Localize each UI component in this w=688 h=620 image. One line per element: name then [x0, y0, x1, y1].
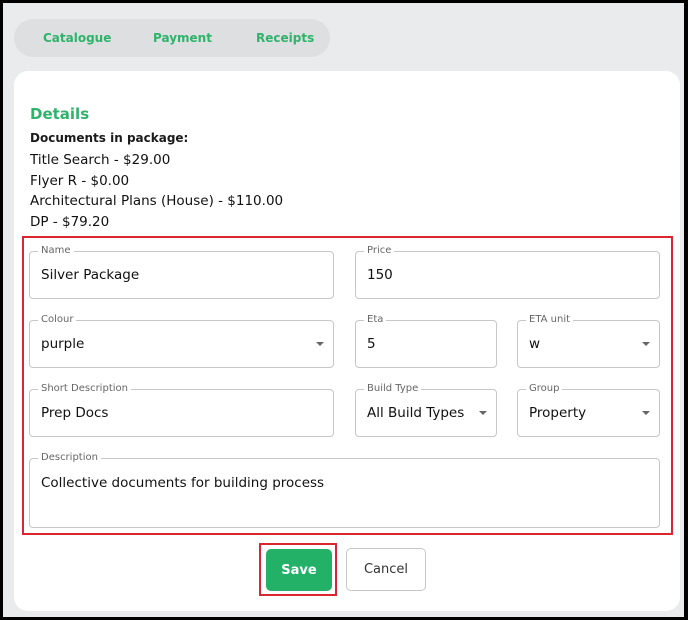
group-select[interactable]: Group Property	[517, 383, 660, 437]
cancel-button[interactable]: Cancel	[346, 548, 426, 591]
chevron-down-icon	[479, 411, 487, 415]
eta-unit-value: w	[529, 336, 541, 352]
eta-field[interactable]: Eta 5	[355, 314, 497, 368]
name-field[interactable]: Name Silver Package	[29, 245, 334, 299]
chevron-down-icon	[316, 342, 324, 346]
app-frame: Catalogue Payment Receipts Details Docum…	[3, 3, 684, 617]
colour-select[interactable]: Colour purple	[29, 314, 334, 368]
group-value: Property	[529, 405, 587, 421]
eta-unit-select[interactable]: ETA unit w	[517, 314, 660, 368]
tab-bar: Catalogue Payment Receipts	[14, 19, 330, 57]
document-item: DP - $79.20	[30, 213, 110, 230]
name-value: Silver Package	[41, 267, 140, 283]
tab-receipts[interactable]: Receipts	[256, 19, 314, 57]
document-item: Architectural Plans (House) - $110.00	[30, 193, 284, 209]
description-value: Collective documents for building proces…	[41, 475, 325, 491]
save-button[interactable]: Save	[266, 549, 332, 591]
documents-label: Documents in package:	[30, 131, 189, 145]
document-item: Title Search - $29.00	[30, 152, 171, 168]
chevron-down-icon	[642, 411, 650, 415]
build-type-select[interactable]: Build Type All Build Types	[355, 383, 497, 437]
description-label: Description	[38, 452, 101, 464]
tab-catalogue[interactable]: Catalogue	[43, 19, 111, 57]
details-card: Details Documents in package: Title Sear…	[14, 71, 680, 611]
description-field[interactable]: Description Collective documents for bui…	[29, 452, 660, 528]
chevron-down-icon	[642, 342, 650, 346]
details-title: Details	[30, 105, 90, 123]
eta-value: 5	[367, 336, 376, 352]
price-value: 150	[367, 267, 393, 283]
colour-value: purple	[41, 336, 85, 352]
documents-list: Title Search - $29.00 Flyer R - $0.00 Ar…	[30, 150, 283, 232]
tab-payment[interactable]: Payment	[153, 19, 212, 57]
build-type-value: All Build Types	[367, 405, 465, 421]
short-description-field[interactable]: Short Description Prep Docs	[29, 383, 334, 437]
short-description-value: Prep Docs	[41, 405, 109, 421]
price-field[interactable]: Price 150	[355, 245, 660, 299]
document-item: Flyer R - $0.00	[30, 172, 130, 189]
